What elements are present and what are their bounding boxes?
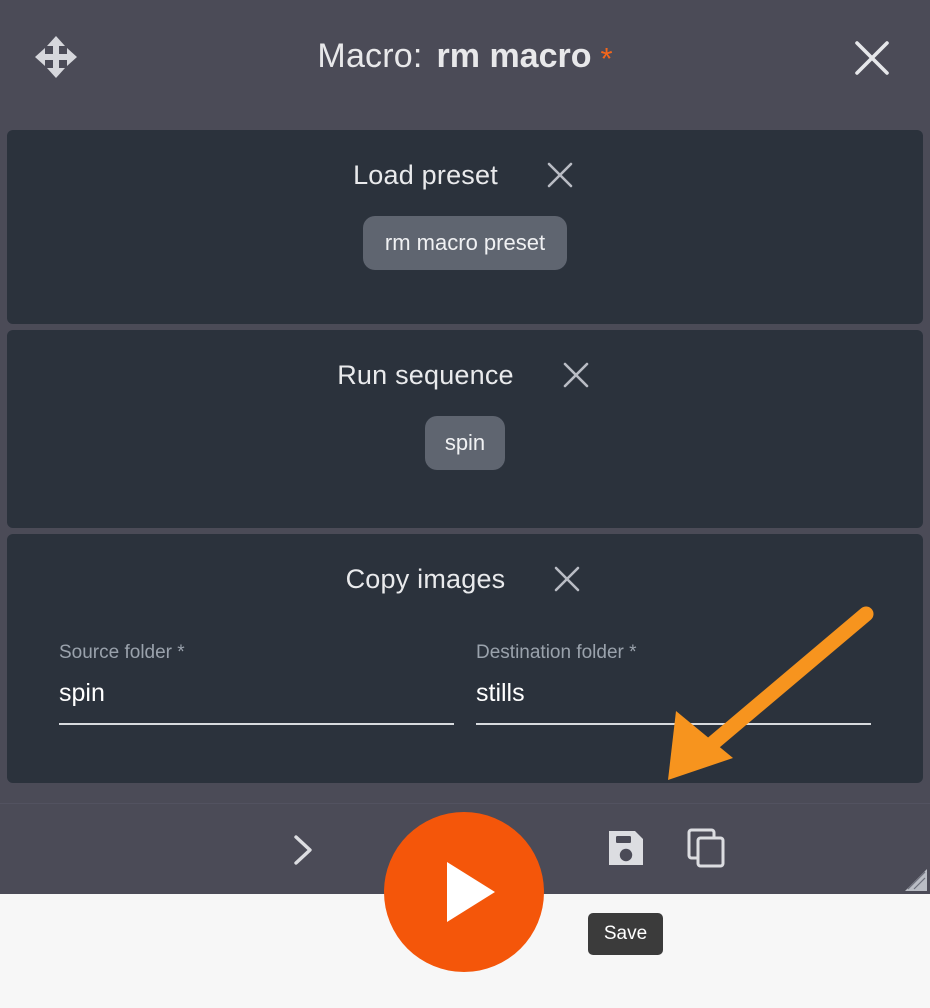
dialog-titlebar: Macro: rm macro * [0,0,930,130]
close-icon[interactable] [550,562,584,596]
title-macro-name: rm macro [436,37,592,75]
resize-grip-glyph [905,869,927,891]
step-values: rm macro preset [7,216,923,270]
destination-folder-underline [476,723,871,725]
chevron-right-glyph [294,835,312,865]
step-header: Run sequence [7,330,923,392]
copy-glyph [687,828,725,868]
unsaved-changes-marker: * [600,41,613,76]
close-glyph [547,162,573,188]
destination-folder-field: Destination folder * stills [476,642,871,725]
source-folder-label: Source folder * [59,642,185,663]
step-values: spin [7,416,923,470]
source-folder-input[interactable]: spin [59,678,454,708]
chevron-right-icon[interactable] [288,833,318,867]
destination-folder-label: Destination folder * [476,642,637,663]
close-icon[interactable] [850,36,894,80]
macro-step-run-sequence: Run sequence spin [7,330,923,528]
floppy-disk-icon[interactable] [606,828,646,868]
dialog-title: Macro: rm macro * [0,31,930,82]
resize-grip-icon[interactable] [905,869,927,891]
preset-chip[interactable]: rm macro preset [362,216,568,270]
play-icon [447,862,495,922]
step-header: Load preset [7,130,923,192]
macro-step-copy-images: Copy images Source folder * spin Destina… [7,534,923,783]
macro-step-load-preset: Load preset rm macro preset [7,130,923,324]
close-glyph [563,362,589,388]
source-folder-underline [59,723,454,725]
copy-icon[interactable] [686,828,726,868]
copy-images-fields: Source folder * spin Destination folder … [7,642,923,725]
floppy-disk-glyph [609,831,643,865]
close-glyph [855,41,889,75]
run-macro-button[interactable] [384,812,544,972]
macro-step-list: Load preset rm macro preset Run sequence [0,130,930,783]
close-icon[interactable] [559,358,593,392]
close-glyph [555,566,580,592]
step-header: Copy images [7,534,923,596]
step-title: Copy images [345,563,506,594]
close-icon[interactable] [543,158,577,192]
step-title: Load preset [353,159,498,190]
title-prefix: Macro: [317,37,423,75]
save-button[interactable]: Save [588,913,663,955]
step-title: Run sequence [337,359,514,390]
macro-dialog: Macro: rm macro * Load preset rm macro p… [0,0,930,894]
source-folder-field: Source folder * spin [59,642,454,725]
sequence-chip[interactable]: spin [424,416,506,470]
destination-folder-input[interactable]: stills [476,678,871,708]
